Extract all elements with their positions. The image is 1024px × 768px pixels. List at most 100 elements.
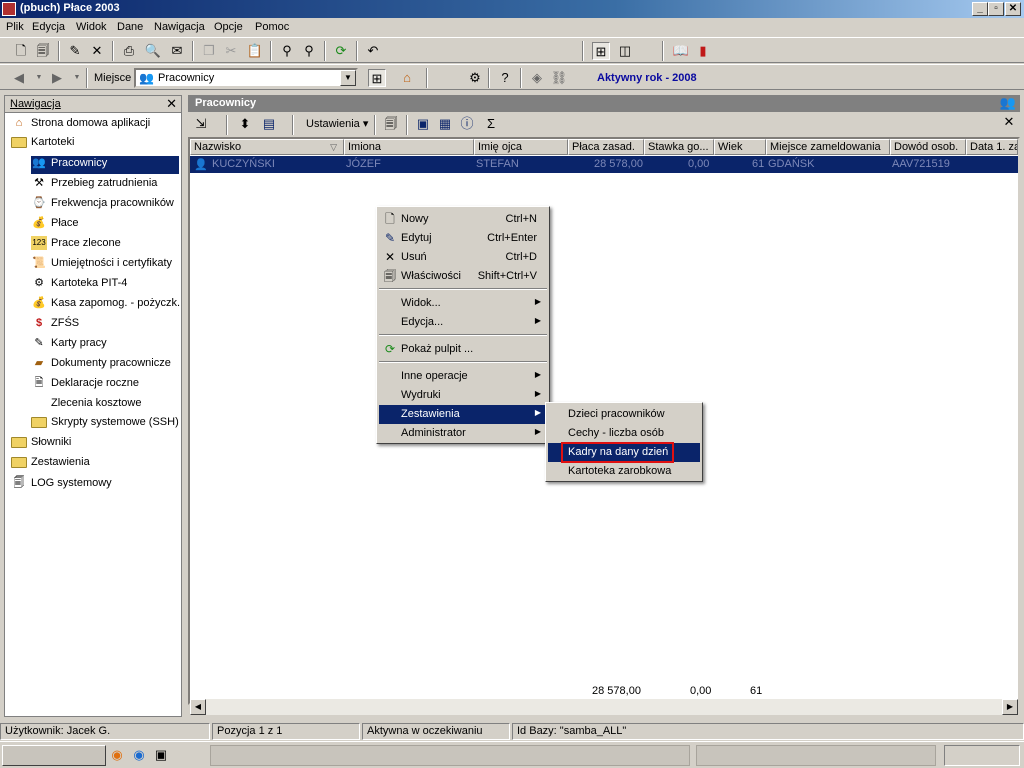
record-properties-icon[interactable]: 🗐 [382,115,400,133]
nav-item-umiejetnosci[interactable]: 📜 Umiejętności i certyfikaty [31,256,172,274]
horizontal-scrollbar[interactable]: ◀ ▶ [190,699,1018,715]
col-imie-ojca[interactable]: Imię ojca [474,139,568,155]
col-imiona[interactable]: Imiona [344,139,474,155]
close-window-button[interactable]: ✕ [1005,2,1021,16]
back-icon[interactable]: ◀ [10,69,28,87]
properties-icon[interactable]: 🗐 [34,42,52,60]
submenu-item-cechy[interactable]: Cechy - liczba osób [548,424,700,443]
nav-item-kasa[interactable]: 💰 Kasa zapomog. - pożyczk. [31,296,180,314]
print-preview-icon[interactable]: 🔍 [144,42,162,60]
col-dowod[interactable]: Dowód osob. [890,139,966,155]
nav-item-zfss[interactable]: $ ZFŚS [31,316,79,334]
delete-icon[interactable]: ✕ [88,42,106,60]
nav-item-frekwencja[interactable]: ⌚ Frekwencja pracowników [31,196,174,214]
menu-item-pokaz-pulpit[interactable]: ⟳ Pokaż pulpit ... [379,340,547,359]
menu-edycja[interactable]: Edycja [32,21,65,33]
menu-item-edycja[interactable]: Edycja... ▶ [379,313,547,332]
chevron-down-icon[interactable]: ▼ [340,70,356,86]
find-icon[interactable]: ⚲ [278,42,296,60]
forward-icon[interactable]: ▶ [48,69,66,87]
nav-item-skrypty[interactable]: Skrypty systemowe (SSH) [31,416,179,434]
start-button[interactable] [2,745,106,766]
filter-icon[interactable]: ▣ [414,115,432,133]
back-dropdown-icon[interactable]: ▼ [30,69,48,87]
form-icon[interactable]: ▤ [260,115,278,133]
nav-item-place[interactable]: 💰 Płace [31,216,78,234]
book-icon[interactable]: 📖 [672,42,690,60]
mail-icon[interactable]: ✉ [168,42,186,60]
exit-icon[interactable]: ▮ [694,42,712,60]
forward-dropdown-icon[interactable]: ▼ [68,69,86,87]
menu-item-widok[interactable]: Widok... ▶ [379,294,547,313]
split-view-icon[interactable]: ◫ [616,42,634,60]
col-miejsce[interactable]: Miejsce zameldowania [766,139,890,155]
eraser-icon[interactable]: ◈ [528,69,546,87]
col-nazwisko[interactable]: Nazwisko ▽ [190,139,344,155]
nav-item-dokumenty[interactable]: ▰ Dokumenty pracownicze [31,356,171,374]
menu-widok[interactable]: Widok [76,21,107,33]
refresh-icon[interactable]: ⟳ [332,42,350,60]
menu-item-zestawienia[interactable]: Zestawienia ▶ [379,405,547,424]
settings-dropdown[interactable]: Ustawienia ▾ [306,117,368,130]
nav-item-zestawienia[interactable]: Zestawienia [11,456,90,474]
minimize-button[interactable]: _ [972,2,988,16]
menu-pomoc[interactable]: Pomoc [255,21,289,33]
tree-view-icon[interactable]: ⊞ [592,42,610,60]
scroll-left-icon[interactable]: ◀ [190,699,206,715]
sort-icon[interactable]: ⬍ [236,115,254,133]
nav-item-zlecenia[interactable]: Zlecenia kosztowe [31,396,142,414]
nav-item-pit4[interactable]: ⚙ Kartoteka PIT-4 [31,276,127,294]
link-icon[interactable]: ⛓ [550,69,568,87]
col-stawka[interactable]: Stawka go... [644,139,714,155]
menu-item-nowy[interactable]: 🗋 Nowy Ctrl+N [379,210,547,229]
menu-nawigacja[interactable]: Nawigacja [154,21,205,33]
paste-icon[interactable]: 📋 [246,42,264,60]
submenu-item-kartoteka[interactable]: Kartoteka zarobkowa [548,462,700,481]
tools-icon[interactable]: ⚙ [466,69,484,87]
sum-icon[interactable]: Σ [482,115,500,133]
nav-item-deklaracje[interactable]: 🗎 Deklaracje roczne [31,376,139,394]
nav-item-kartoteki[interactable]: Kartoteki [11,136,74,154]
print-icon[interactable]: ⎙ [120,42,138,60]
nav-item-pracownicy[interactable]: 👥 Pracownicy [31,156,179,174]
home-icon[interactable]: ⌂ [398,69,416,87]
taskbar-apps-2[interactable] [696,745,936,766]
firefox-icon[interactable]: ◉ [108,746,126,764]
taskbar-apps[interactable] [210,745,690,766]
export-icon[interactable]: ⇲ [192,115,210,133]
nav-item-przebieg[interactable]: ⚒ Przebieg zatrudnienia [31,176,157,194]
nav-item-log[interactable]: 🗐 LOG systemowy [11,476,112,494]
submenu-item-dzieci[interactable]: Dzieci pracowników [548,405,700,424]
menu-dane[interactable]: Dane [117,21,143,33]
columns-icon[interactable]: ▦ [436,115,454,133]
nav-item-prace-zlecone[interactable]: 123 Prace zlecone [31,236,121,254]
cut-icon[interactable]: ✂ [222,42,240,60]
new-doc-icon[interactable]: 🗋 [12,42,30,60]
find-next-icon[interactable]: ⚲ [300,42,318,60]
nav-item-home[interactable]: ⌂ Strona domowa aplikacji [11,116,151,134]
menu-opcje[interactable]: Opcje [214,21,243,33]
menu-item-edytuj[interactable]: ✎ Edytuj Ctrl+Enter [379,229,547,248]
nav-close-icon[interactable]: ✕ [166,96,177,112]
col-wiek[interactable]: Wiek [714,139,766,155]
menu-item-usun[interactable]: ✕ Usuń Ctrl+D [379,248,547,267]
menu-item-wydruki[interactable]: Wydruki ▶ [379,386,547,405]
table-row[interactable]: 👤 KUCZYŃSKI JÓZEF STEFAN 28 578,00 0,00 … [190,156,1018,173]
col-data[interactable]: Data 1. za [966,139,1018,155]
help-icon[interactable]: ? [496,69,514,87]
maximize-button[interactable]: ▫ [988,2,1004,16]
copy-icon[interactable]: ❐ [200,42,218,60]
menu-item-administrator[interactable]: Administrator ▶ [379,424,547,443]
scroll-right-icon[interactable]: ▶ [1002,699,1018,715]
nav-item-karty-pracy[interactable]: ✎ Karty pracy [31,336,106,354]
menu-plik[interactable]: Plik [6,21,24,33]
undo-icon[interactable]: ↶ [364,42,382,60]
close-panel-icon[interactable]: ✕ [1000,113,1018,131]
browser-icon[interactable]: ◉ [130,746,148,764]
quicklaunch-icon[interactable]: ▣ [152,746,170,764]
nav-item-slowniki[interactable]: Słowniki [11,436,71,454]
edit-icon[interactable]: ✎ [66,42,84,60]
menu-item-wlasciwosci[interactable]: 🗐 Właściwości Shift+Ctrl+V [379,267,547,286]
col-placa[interactable]: Płaca zasad. [568,139,644,155]
tree-toggle-icon[interactable]: ⊞ [368,69,386,87]
